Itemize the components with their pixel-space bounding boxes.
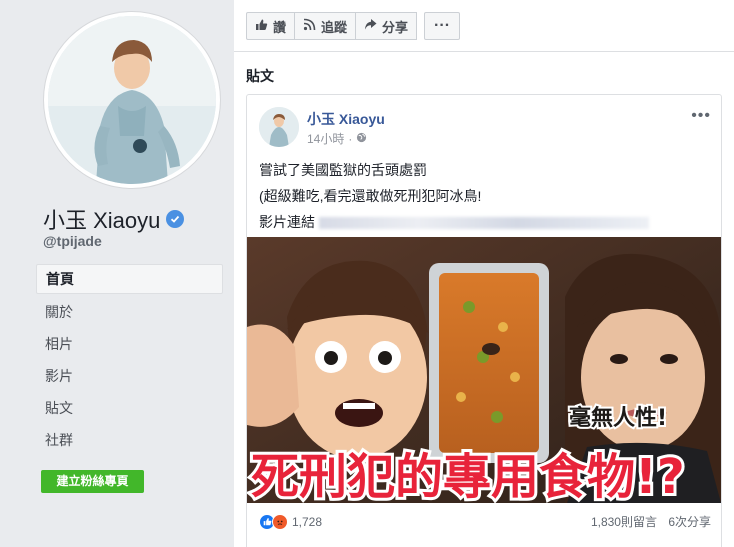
share-button[interactable]: 分享	[355, 12, 418, 40]
posts-section-title: 貼文	[246, 68, 274, 84]
share-arrow-icon	[364, 18, 377, 34]
reactions-count: 1,728	[292, 514, 323, 529]
engagement-counts: 1,830則留言 6次分享	[583, 513, 711, 530]
rss-icon	[303, 18, 316, 34]
nav-item-home[interactable]: 首頁	[36, 264, 223, 294]
post-line-3: 影片連結	[259, 209, 649, 235]
create-page-button[interactable]: 建立粉絲專頁	[41, 470, 144, 493]
nav-item-videos[interactable]: 影片	[36, 360, 223, 392]
post-text: 嘗試了美國監獄的舌頭處罰 (超級難吃,看完還敢做死刑犯阿冰鳥! 影片連結	[259, 157, 649, 235]
post-line-1: 嘗試了美國監獄的舌頭處罰	[259, 162, 427, 178]
page-name-text[interactable]: 小玉 Xiaoyu	[43, 203, 160, 235]
nav-item-photos[interactable]: 相片	[36, 328, 223, 360]
reactions-summary[interactable]: 1,728	[259, 513, 322, 530]
profile-photo	[48, 16, 216, 184]
image-side-caption: 毫無人性!	[569, 405, 667, 431]
follow-button[interactable]: 追蹤	[294, 12, 357, 40]
nav-item-community[interactable]: 社群	[36, 424, 223, 456]
share-label: 分享	[382, 19, 409, 35]
page-nav: 首頁 關於 相片 影片 貼文 社群	[36, 264, 223, 456]
page-actions-bar: 讚 追蹤 分享 ···	[234, 0, 734, 52]
like-label: 讚	[273, 19, 287, 35]
post-stats: 1,728 1,830則留言 6次分享	[259, 513, 711, 530]
shares-count[interactable]: 6次分享	[668, 515, 711, 529]
verified-badge-icon	[166, 210, 185, 228]
dot-separator: ·	[348, 131, 353, 146]
post-line-2: (超級難吃,看完還敢做死刑犯阿冰鳥!	[259, 188, 482, 204]
angry-reaction-icon	[272, 513, 288, 530]
post-options-icon[interactable]: •••	[691, 107, 711, 125]
page-name[interactable]: 小玉 Xiaoyu	[43, 203, 185, 235]
more-dots-icon: ···	[434, 17, 451, 34]
post-card: 小玉 Xiaoyu 14小時 · ••• 嘗試了美國監獄的舌頭處罰 (超級難吃,…	[246, 94, 722, 547]
image-main-caption: 死刑犯的專用食物!?	[251, 449, 685, 503]
follow-label: 追蹤	[321, 19, 348, 35]
nav-item-about[interactable]: 關於	[36, 296, 223, 328]
video-link-label: 影片連結	[259, 214, 315, 230]
nav-item-posts[interactable]: 貼文	[36, 392, 223, 424]
like-page-button[interactable]: 讚	[246, 12, 296, 40]
more-options-button[interactable]: ···	[424, 12, 461, 40]
left-column: 小玉 Xiaoyu @tpijade 首頁 關於 相片 影片 貼文 社群 建立粉…	[0, 0, 234, 547]
globe-icon	[356, 132, 367, 146]
post-time-text[interactable]: 14小時	[307, 130, 344, 147]
page-handle: @tpijade	[43, 233, 102, 249]
thumbs-up-icon	[255, 18, 268, 34]
comments-count[interactable]: 1,830則留言	[591, 515, 657, 529]
post-author-avatar[interactable]	[259, 107, 299, 147]
post-image[interactable]: 毫無人性! 死刑犯的專用食物!?	[247, 237, 721, 503]
post-timestamp[interactable]: 14小時 ·	[307, 130, 367, 147]
post-author-name[interactable]: 小玉 Xiaoyu	[307, 109, 385, 129]
blurred-link[interactable]	[319, 217, 649, 230]
profile-picture[interactable]	[44, 12, 220, 188]
